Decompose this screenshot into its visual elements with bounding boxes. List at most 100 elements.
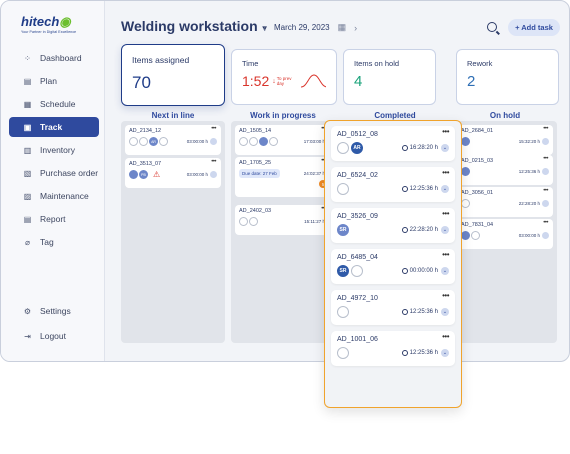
task-time: 03:00:00 h — [186, 139, 208, 144]
chevron-down-icon[interactable]: ⌄ — [441, 144, 449, 152]
chevron-left-icon[interactable]: ‹ — [263, 23, 266, 33]
sidebar-item-purchase-order[interactable]: ▧ Purchase order — [9, 163, 99, 183]
more-icon[interactable]: ••• — [211, 126, 216, 132]
task-id: AD_1505_14 — [239, 128, 272, 134]
more-icon[interactable]: ••• — [543, 220, 548, 226]
task-card[interactable]: AD_7831_04 ••• 03:00:00 h — [457, 219, 553, 249]
avatar — [129, 137, 138, 146]
expand-icon[interactable] — [542, 200, 549, 207]
brand-tagline: Your Partner in Digital Excellence — [21, 30, 77, 34]
more-icon[interactable]: ••• — [211, 159, 216, 165]
task-id: AD_3513_07 — [129, 161, 162, 167]
stat-time[interactable]: Time 1:52 ↓ To prev day — [231, 49, 337, 105]
sidebar-item-schedule[interactable]: ▦ Schedule — [9, 94, 99, 114]
task-time: 22:28:20 h — [518, 201, 540, 206]
task-id: AD_1705_25 — [239, 160, 272, 166]
stat-value: 70 — [132, 73, 151, 92]
avatar — [461, 167, 470, 176]
task-card[interactable]: AD_0215_03 ••• 12:25:36 h — [457, 155, 553, 185]
chevron-down-icon[interactable]: ⌄ — [441, 267, 449, 275]
search-icon[interactable] — [487, 22, 497, 32]
task-time-text: 16:28:20 h — [409, 145, 438, 151]
brand-logo[interactable]: hitech◉ Your Partner in Digital Excellen… — [21, 15, 101, 39]
arrow-down-icon: ↓ — [272, 77, 276, 85]
more-icon[interactable]: ••• — [442, 127, 449, 136]
task-time: 24:02:37 h — [303, 171, 325, 176]
expand-icon[interactable] — [542, 168, 549, 175]
more-icon[interactable]: ••• — [543, 188, 548, 194]
sidebar-item-report[interactable]: ▤ Report — [9, 209, 99, 229]
task-id: AD_2402_03 — [239, 208, 272, 214]
stat-label: Time — [242, 59, 259, 68]
stat-rework[interactable]: Rework 2 — [456, 49, 559, 105]
task-card[interactable]: AD_2134_12 ••• AR 03:00:00 h — [125, 125, 221, 155]
expand-icon[interactable] — [210, 171, 217, 178]
more-icon[interactable]: ••• — [442, 209, 449, 218]
track-icon: ▣ — [23, 122, 32, 132]
more-icon[interactable]: ••• — [543, 126, 548, 132]
more-icon[interactable]: ••• — [442, 168, 449, 177]
more-icon[interactable]: ••• — [543, 156, 548, 162]
chevron-down-icon[interactable]: ⌄ — [441, 349, 449, 357]
task-id: AD_6524_02 — [337, 172, 378, 179]
avatar — [351, 265, 363, 277]
task-time: 12:25:36 h — [401, 309, 438, 315]
sidebar-item-dashboard[interactable]: ⁘ Dashboard — [9, 48, 99, 68]
task-card[interactable]: AD_2684_01 ••• 15:32:20 h — [457, 125, 553, 155]
avatar — [461, 231, 470, 240]
task-time: 03:00:00 h — [186, 172, 208, 177]
task-card[interactable]: AD_4972_10 ••• 12:25:36 h ⌄ — [331, 290, 455, 325]
clock-icon — [401, 268, 408, 274]
sidebar-item-settings[interactable]: ⚙ Settings — [9, 301, 99, 321]
expand-icon[interactable] — [210, 138, 217, 145]
task-id: AD_3526_09 — [337, 213, 378, 220]
sidebar-item-track[interactable]: ▣ Track — [9, 117, 99, 137]
column-header-progress: Work in progress — [250, 111, 316, 120]
chevron-down-icon[interactable]: ⌄ — [441, 226, 449, 234]
task-time: 12:25:36 h — [401, 186, 438, 192]
task-time: 17:03:00 h — [303, 139, 325, 144]
clock-icon — [401, 145, 408, 151]
task-card[interactable]: AD_0512_08 ••• AR 16:28:20 h ⌄ — [331, 126, 455, 161]
sidebar-item-logout[interactable]: ⇥ Logout — [9, 326, 99, 346]
sidebar-item-label: Inventory — [40, 145, 75, 155]
task-card[interactable]: AD_1705_25 ••• Due date: 27 Feb 24:02:37… — [235, 157, 331, 197]
task-card[interactable]: AD_3513_07 ••• PB ⚠ 03:00:00 h — [125, 158, 221, 188]
sidebar-item-inventory[interactable]: ▥ Inventory — [9, 140, 99, 160]
task-card[interactable]: AD_6485_04 ••• SR 00:00:00 h ⌄ — [331, 249, 455, 284]
task-card[interactable]: AD_2402_03 ••• 15:11:27 h — [235, 205, 331, 235]
task-time: 03:00:00 h — [518, 233, 540, 238]
add-avatar-icon[interactable] — [159, 137, 168, 146]
sidebar-item-maintenance[interactable]: ▨ Maintenance — [9, 186, 99, 206]
chevron-down-icon[interactable]: ⌄ — [441, 308, 449, 316]
more-icon[interactable]: ••• — [442, 332, 449, 341]
task-card[interactable]: AD_1505_14 ••• 17:03:00 h — [235, 125, 331, 155]
sidebar-item-label: Dashboard — [40, 53, 82, 63]
expand-icon[interactable] — [542, 138, 549, 145]
more-icon[interactable]: ••• — [442, 250, 449, 259]
avatar — [337, 347, 349, 359]
task-card[interactable]: AD_6524_02 ••• 12:25:36 h ⌄ — [331, 167, 455, 202]
chevron-right-icon[interactable]: › — [354, 23, 357, 33]
add-avatar-icon[interactable] — [269, 137, 278, 146]
column-next-in-line: AD_2134_12 ••• AR 03:00:00 h AD_3513_07 … — [121, 121, 225, 343]
task-card[interactable]: AD_3526_09 ••• SR 22:28:20 h ⌄ — [331, 208, 455, 243]
task-card[interactable]: AD_3056_01 ••• 22:28:20 h — [457, 187, 553, 217]
sidebar-item-tag[interactable]: ⌀ Tag — [9, 232, 99, 252]
avatar — [259, 137, 268, 146]
stat-items-assigned[interactable]: Items assigned 70 — [121, 44, 225, 106]
add-task-button[interactable]: + Add task — [508, 19, 560, 36]
avatar: AR — [351, 142, 363, 154]
more-icon[interactable]: ••• — [442, 291, 449, 300]
task-card[interactable]: AD_1001_06 ••• 12:25:36 h ⌄ — [331, 331, 455, 366]
task-time: 15:11:27 h — [304, 219, 325, 224]
calendar-icon[interactable]: ▦ — [338, 22, 347, 33]
sidebar-item-plan[interactable]: ▤ Plan — [9, 71, 99, 91]
avatar — [239, 217, 248, 226]
expand-icon[interactable] — [542, 232, 549, 239]
page-title[interactable]: Welding workstation ▼ — [121, 18, 269, 34]
stat-items-on-hold[interactable]: Items on hold 4 — [343, 49, 436, 105]
column-work-in-progress: AD_1505_14 ••• 17:03:00 h AD_1705_25 •••… — [231, 121, 335, 343]
chevron-down-icon[interactable]: ⌄ — [441, 185, 449, 193]
clock-icon — [401, 350, 408, 356]
